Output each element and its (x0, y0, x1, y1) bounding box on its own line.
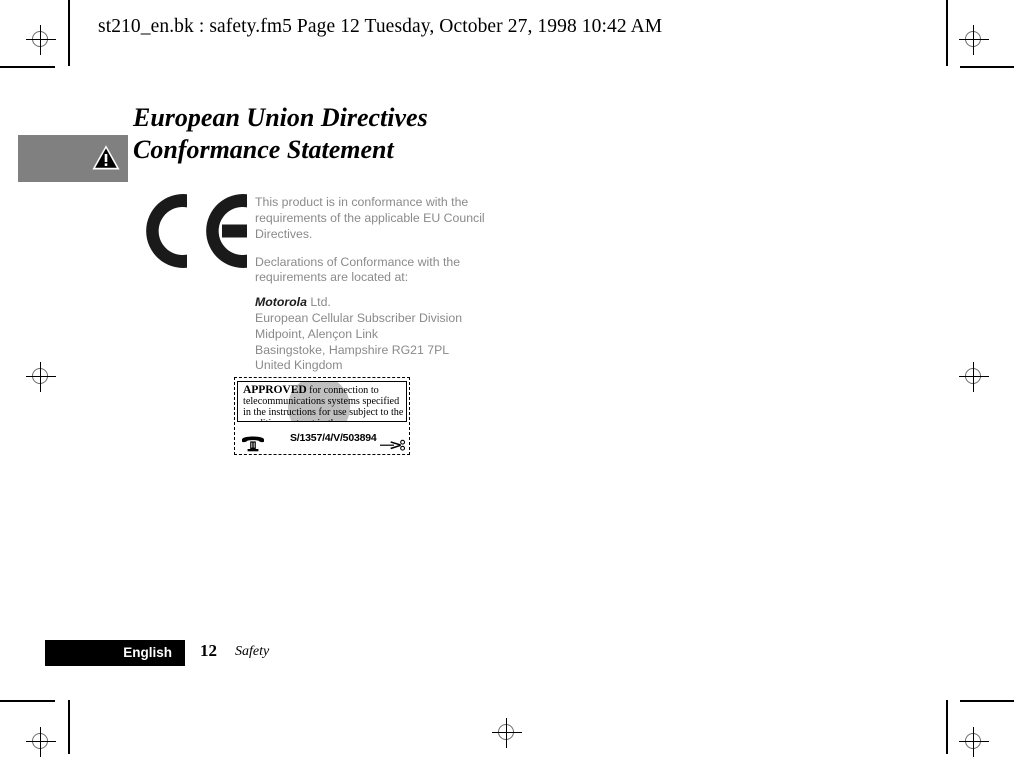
registration-crosshair-horizontal (959, 39, 989, 40)
approval-statement-text: APPROVED for connection to telecommunica… (243, 383, 405, 421)
page-title: European Union Directives Conformance St… (133, 102, 563, 166)
registration-mark-top-right (959, 25, 989, 55)
address-line-city: Basingstoke, Hampshire RG21 7PL (255, 342, 450, 357)
running-header: st210_en.bk : safety.fm5 Page 12 Tuesday… (98, 16, 663, 37)
crop-line-top-right-vertical (946, 0, 948, 66)
warning-callout-box (18, 135, 128, 182)
approval-number: S/1357/4/V/503894 (290, 432, 377, 444)
ce-mark-icon (146, 191, 250, 271)
crop-line-top-left-vertical (68, 0, 70, 66)
registration-crosshair-vertical (40, 362, 41, 392)
crop-line-top-left-horizontal (0, 66, 55, 68)
company-address: Motorola Ltd. European Cellular Subscrib… (255, 295, 505, 374)
body-text-column: This product is in conformance with the … (255, 183, 505, 374)
page-title-line-2: Conformance Statement (133, 135, 394, 164)
approval-statement-box: APPROVED for connection to telecommunica… (237, 381, 407, 422)
scissors-icon (380, 438, 406, 452)
registration-crosshair-vertical (40, 727, 41, 757)
brand-name: Motorola (255, 295, 307, 310)
crop-line-bottom-left-vertical (68, 700, 70, 754)
registration-crosshair-horizontal (26, 39, 56, 40)
registration-mark-top-left (26, 25, 56, 55)
registration-mark-middle-right (959, 362, 989, 392)
registration-mark-bottom-center (492, 718, 522, 748)
declarations-paragraph: Declarations of Conformance with the req… (255, 254, 461, 285)
crop-line-bottom-right-horizontal (960, 700, 1014, 702)
registration-crosshair-vertical (973, 25, 974, 55)
crop-line-top-right-horizontal (960, 66, 1014, 68)
registration-crosshair-horizontal (492, 732, 522, 733)
footer-section-name: Safety (235, 644, 270, 659)
registration-crosshair-horizontal (26, 741, 56, 742)
address-line-street: Midpoint, Alençon Link (255, 326, 379, 341)
registration-crosshair-horizontal (959, 741, 989, 742)
registration-mark-bottom-left (26, 727, 56, 757)
registration-crosshair-vertical (973, 362, 974, 392)
footer-language-label: English (123, 645, 172, 660)
approval-label: APPROVED for connection to telecommunica… (234, 377, 410, 455)
registration-crosshair-vertical (973, 727, 974, 757)
footer-page-number: 12 (200, 641, 217, 660)
address-line-division: European Cellular Subscriber Division (255, 310, 463, 325)
registration-crosshair-horizontal (959, 376, 989, 377)
registration-crosshair-vertical (40, 25, 41, 55)
registration-mark-middle-left (26, 362, 56, 392)
registration-crosshair-vertical (506, 718, 507, 748)
page-title-line-1: European Union Directives (133, 103, 428, 132)
registration-mark-bottom-right (959, 727, 989, 757)
telephone-icon (240, 434, 266, 452)
brand-suffix: Ltd. (306, 295, 331, 310)
warning-triangle-icon (91, 143, 121, 173)
address-line-company: Motorola Ltd. (255, 295, 505, 311)
registration-crosshair-horizontal (26, 376, 56, 377)
crop-line-bottom-right-vertical (946, 700, 948, 754)
address-line-country: United Kingdom (255, 358, 343, 373)
crop-line-bottom-left-horizontal (0, 700, 55, 702)
conformance-paragraph: This product is in conformance with the … (255, 195, 485, 241)
approved-keyword: APPROVED (243, 383, 307, 396)
